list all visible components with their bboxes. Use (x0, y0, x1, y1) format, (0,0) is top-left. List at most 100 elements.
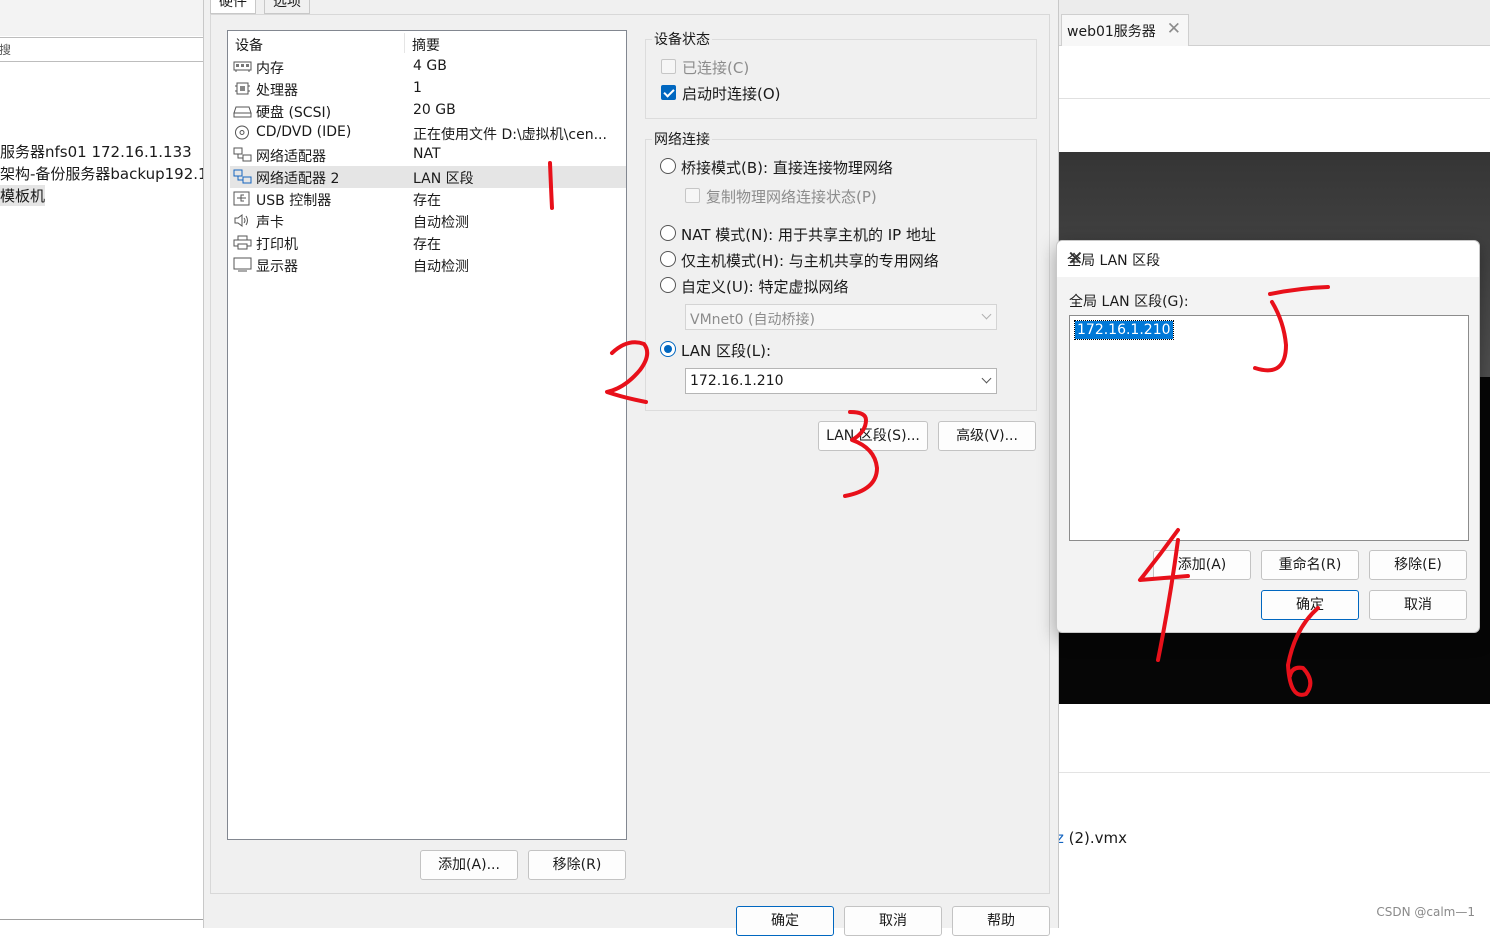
divider (0, 919, 204, 920)
device-row-harddisk[interactable]: 硬盘 (SCSI) 20 GB (230, 100, 626, 122)
connected-checkbox[interactable] (661, 59, 676, 74)
device-status-title: 设备状态 (652, 29, 712, 49)
device-row-cddvd[interactable]: CD/DVD (IDE) 正在使用文件 D:\虚拟机\cen... (230, 122, 626, 144)
device-row-sound[interactable]: 声卡 自动检测 (230, 210, 626, 232)
memory-icon (233, 61, 252, 72)
device-status-group (645, 39, 1037, 119)
device-name: USB 控制器 (256, 193, 332, 209)
lan-ok-button[interactable]: 确定 (1261, 590, 1359, 620)
device-summary: 存在 (413, 237, 441, 253)
tab-web01[interactable]: web01服务器 ✕ (1061, 14, 1189, 46)
device-name: 网络适配器 (256, 149, 326, 165)
device-summary: 1 (413, 80, 422, 96)
library-item-backup[interactable]: 架构-备份服务器backup192.16 (0, 163, 217, 184)
device-row-network-adapter[interactable]: 网络适配器 NAT (230, 144, 626, 166)
library-item-template[interactable]: 模板机 (0, 185, 46, 206)
add-lan-segment-button[interactable]: 添加(A) (1153, 550, 1251, 580)
replicate-state-label: 复制物理网络连接状态(P) (706, 188, 877, 206)
library-search-input[interactable]: 搜 (0, 37, 204, 62)
vm-toolbar (1058, 47, 1490, 99)
device-list[interactable]: 设备 摘要 内存 4 GB 处理器 1 硬盘 (SCSI) 20 GB CD/D… (227, 30, 627, 840)
vm-settings-dialog: 硬件 选项 设备 摘要 内存 4 GB 处理器 1 硬盘 (SCSI) 20 G… (203, 0, 1059, 936)
column-device[interactable]: 设备 (235, 35, 263, 55)
settings-body: 设备 摘要 内存 4 GB 处理器 1 硬盘 (SCSI) 20 GB CD/D… (210, 14, 1050, 894)
library-toolbar (0, 0, 204, 36)
device-name: 处理器 (256, 83, 298, 99)
lan-segments-button[interactable]: LAN 区段(S)... (818, 421, 928, 451)
speaker-icon (234, 214, 248, 227)
network-icon (233, 147, 252, 162)
remove-lan-segment-button[interactable]: 移除(E) (1369, 550, 1467, 580)
lan-list-label: 全局 LAN 区段(G): (1069, 294, 1189, 310)
lan-segment-radio[interactable] (660, 341, 676, 357)
connected-label: 已连接(C) (682, 59, 750, 77)
tab-hardware[interactable]: 硬件 (210, 0, 256, 14)
custom-label: 自定义(U): 特定虚拟网络 (681, 278, 849, 296)
host-only-label: 仅主机模式(H): 与主机共享的专用网络 (681, 252, 939, 270)
monitor-icon (233, 257, 252, 272)
vmnet-select[interactable]: VMnet0 (自动桥接) (685, 304, 997, 330)
device-row-printer[interactable]: 打印机 存在 (230, 232, 626, 254)
device-list-header: 设备 摘要 (228, 31, 626, 55)
device-summary: 自动检测 (413, 215, 469, 231)
watermark: CSDN @calm—1 (1376, 905, 1475, 919)
nat-label: NAT 模式(N): 用于共享主机的 IP 地址 (681, 226, 937, 244)
library-search-text: 搜 (0, 43, 12, 57)
host-only-radio[interactable] (660, 251, 676, 267)
help-button[interactable]: 帮助 (952, 906, 1050, 936)
custom-radio[interactable] (660, 277, 676, 293)
vm-library-panel: 搜 服务器nfs01 172.16.1.133 架构-备份服务器backup19… (0, 0, 217, 928)
device-name: 显示器 (256, 259, 298, 275)
network-icon (233, 169, 252, 184)
advanced-button[interactable]: 高级(V)... (938, 421, 1036, 451)
close-icon[interactable]: ✕ (1167, 19, 1181, 39)
network-connection-title: 网络连接 (652, 129, 712, 149)
column-separator[interactable] (404, 33, 405, 53)
tab-options[interactable]: 选项 (264, 0, 310, 14)
device-row-usb[interactable]: USB 控制器 存在 (230, 188, 626, 210)
device-row-display[interactable]: 显示器 自动检测 (230, 254, 626, 276)
bridged-radio[interactable] (660, 158, 676, 174)
device-row-processor[interactable]: 处理器 1 (230, 78, 626, 100)
device-summary: 20 GB (413, 102, 456, 118)
device-name: 打印机 (256, 237, 298, 253)
device-name: 网络适配器 2 (256, 171, 340, 187)
vmx-path-text: (2).vmx (1068, 829, 1128, 847)
chevron-down-icon (981, 373, 992, 384)
device-name: 声卡 (256, 215, 284, 231)
device-summary: NAT (413, 146, 441, 162)
ok-button[interactable]: 确定 (736, 906, 834, 936)
bridged-label: 桥接模式(B): 直接连接物理网络 (681, 159, 893, 177)
cancel-button[interactable]: 取消 (844, 906, 942, 936)
cd-icon (235, 125, 249, 140)
cpu-icon (235, 82, 250, 95)
vm-tab-bar: web01服务器 ✕ (1058, 0, 1490, 46)
device-summary: 正在使用文件 D:\虚拟机\cen... (413, 127, 607, 143)
rename-lan-segment-button[interactable]: 重命名(R) (1261, 550, 1359, 580)
device-summary: 自动检测 (413, 259, 469, 275)
device-name: CD/DVD (IDE) (256, 124, 352, 140)
lan-segment-list[interactable]: 172.16.1.210 (1069, 315, 1469, 541)
lan-segment-select[interactable]: 172.16.1.210 (685, 368, 997, 394)
lan-dialog-titlebar[interactable]: 全局 LAN 区段 ✕ (1057, 241, 1479, 277)
close-icon[interactable]: ✕ (1067, 246, 1467, 270)
remove-device-button[interactable]: 移除(R) (528, 850, 626, 880)
device-row-memory[interactable]: 内存 4 GB (230, 56, 626, 78)
lan-segment-item[interactable]: 172.16.1.210 (1074, 320, 1174, 340)
column-summary[interactable]: 摘要 (412, 35, 440, 55)
device-row-network-adapter-2[interactable]: 网络适配器 2 LAN 区段 (230, 166, 626, 188)
nat-radio[interactable] (660, 225, 676, 241)
connect-at-power-on-checkbox[interactable] (661, 85, 676, 100)
tab-web01-label: web01服务器 (1067, 24, 1156, 40)
lan-segment-select-value: 172.16.1.210 (690, 373, 784, 389)
usb-icon (233, 191, 250, 206)
add-device-button[interactable]: 添加(A)... (420, 850, 518, 880)
replicate-state-checkbox[interactable] (685, 188, 700, 203)
harddisk-icon (233, 106, 252, 118)
connect-at-power-on-label: 启动时连接(O) (682, 85, 781, 103)
device-name: 硬盘 (SCSI) (256, 105, 332, 121)
device-summary: LAN 区段 (413, 171, 474, 187)
library-item-nfs01[interactable]: 服务器nfs01 172.16.1.133 (0, 141, 192, 162)
lan-segments-dialog: 全局 LAN 区段 ✕ 全局 LAN 区段(G): 172.16.1.210 添… (1056, 240, 1480, 633)
lan-cancel-button[interactable]: 取消 (1369, 590, 1467, 620)
